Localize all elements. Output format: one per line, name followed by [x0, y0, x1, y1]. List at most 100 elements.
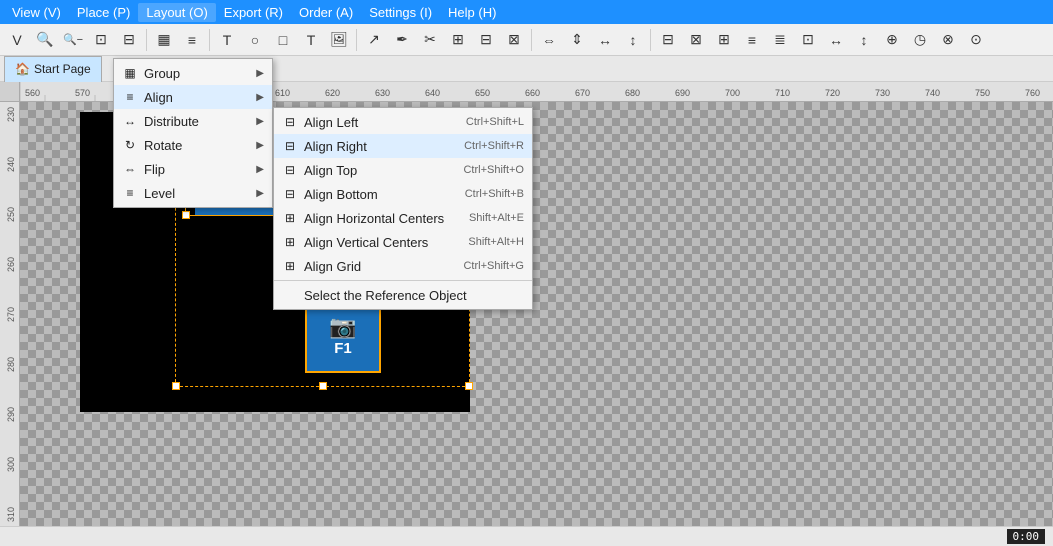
menu-item-level[interactable]: ≡ Level ▶ [114, 181, 272, 205]
tool-r5[interactable]: ≣ [767, 27, 793, 53]
flip-icon: ⇔ [122, 161, 138, 177]
menu-view[interactable]: View (V) [4, 3, 69, 22]
svg-text:280: 280 [6, 357, 16, 372]
menu-align-grid[interactable]: ⊞ Align Grid Ctrl+Shift+G [274, 254, 532, 278]
menu-select-ref[interactable]: Select the Reference Object [274, 283, 532, 307]
time-display: 0:00 [1007, 529, 1046, 544]
menu-item-distribute-label: Distribute [144, 114, 199, 129]
menu-align-top[interactable]: ⊟ Align Top Ctrl+Shift+O [274, 158, 532, 182]
tool-circle[interactable]: ○ [242, 27, 268, 53]
tool-r12[interactable]: ⊙ [963, 27, 989, 53]
tool-dist3[interactable]: ↔ [592, 27, 618, 53]
tool-rect[interactable]: □ [270, 27, 296, 53]
toolbar-sep-4 [531, 29, 532, 51]
ruler-corner [0, 82, 20, 102]
tool-r3[interactable]: ⊞ [711, 27, 737, 53]
align-bottom-label: Align Bottom [304, 187, 378, 202]
tool-b1[interactable]: ⊞ [445, 27, 471, 53]
align-menu-sep [274, 280, 532, 281]
align-grid-label: Align Grid [304, 259, 361, 274]
svg-text:250: 250 [6, 207, 16, 222]
toolbar-sep-5 [650, 29, 651, 51]
menu-order[interactable]: Order (A) [291, 3, 361, 22]
tool-fit[interactable]: ⊡ [88, 27, 114, 53]
tool-r11[interactable]: ⊗ [935, 27, 961, 53]
svg-text:660: 660 [525, 88, 540, 98]
tool-t2[interactable]: T [298, 27, 324, 53]
tool-b2[interactable]: ⊟ [473, 27, 499, 53]
svg-text:620: 620 [325, 88, 340, 98]
tool-b3[interactable]: ⊠ [501, 27, 527, 53]
menu-align-right[interactable]: ⊟ Align Right Ctrl+Shift+R [274, 134, 532, 158]
menu-place[interactable]: Place (P) [69, 3, 138, 22]
tool-crop[interactable]: ⊟ [116, 27, 142, 53]
svg-text:300: 300 [6, 457, 16, 472]
svg-text:740: 740 [925, 88, 940, 98]
distribute-arrow: ▶ [256, 116, 264, 127]
tool-r6[interactable]: ⊡ [795, 27, 821, 53]
align-left-shortcut: Ctrl+Shift+L [466, 116, 524, 128]
menu-help[interactable]: Help (H) [440, 3, 504, 22]
tab-start-icon: 🏠 [15, 62, 30, 76]
menu-item-distribute[interactable]: ↔ Distribute ▶ [114, 109, 272, 133]
camera-icon-small: 📷 [329, 314, 356, 340]
tool-arrow[interactable]: ↗ [361, 27, 387, 53]
svg-text:700: 700 [725, 88, 740, 98]
toolbar-sep-2 [209, 29, 210, 51]
menu-align-left[interactable]: ⊟ Align Left Ctrl+Shift+L [274, 110, 532, 134]
toolbar: V 🔍 🔍− ⊡ ⊟ ▦ ≡ T ○ □ T 🖼 ↗ ✒ ✂ ⊞ ⊟ ⊠ ⇔ ⇕… [0, 24, 1053, 56]
menu-align-h-center[interactable]: ⊞ Align Horizontal Centers Shift+Alt+E [274, 206, 532, 230]
tool-r8[interactable]: ↕ [851, 27, 877, 53]
toolbar-sep-3 [356, 29, 357, 51]
menu-align-bottom[interactable]: ⊟ Align Bottom Ctrl+Shift+B [274, 182, 532, 206]
menu-align-v-center[interactable]: ⊞ Align Vertical Centers Shift+Alt+H [274, 230, 532, 254]
toolbar-sep-1 [146, 29, 147, 51]
menu-layout[interactable]: Layout (O) [138, 3, 215, 22]
tool-align[interactable]: ≡ [179, 27, 205, 53]
svg-text:230: 230 [6, 107, 16, 122]
menu-item-flip[interactable]: ⇔ Flip ▶ [114, 157, 272, 181]
tool-zoom-in[interactable]: 🔍 [32, 27, 58, 53]
align-grid-icon: ⊞ [282, 258, 298, 274]
tool-dist2[interactable]: ⇕ [564, 27, 590, 53]
distribute-icon: ↔ [122, 113, 138, 129]
tool-scissors[interactable]: ✂ [417, 27, 443, 53]
tool-r10[interactable]: ◷ [907, 27, 933, 53]
tool-pen[interactable]: ✒ [389, 27, 415, 53]
align-v-center-shortcut: Shift+Alt+H [468, 236, 524, 248]
statusbar: 0:00 [0, 526, 1053, 546]
tool-group[interactable]: ▦ [151, 27, 177, 53]
tool-image[interactable]: 🖼 [326, 27, 352, 53]
svg-text:570: 570 [75, 88, 90, 98]
svg-text:750: 750 [975, 88, 990, 98]
tool-dist4[interactable]: ↕ [620, 27, 646, 53]
rotate-icon: ↻ [122, 137, 138, 153]
group-icon: ▦ [122, 65, 138, 81]
ruler-vertical: 230 240 250 260 270 280 290 300 310 [0, 102, 20, 526]
tool-r2[interactable]: ⊠ [683, 27, 709, 53]
menu-item-align[interactable]: ≡ Align ▶ ⊟ Align Left Ctrl+Shift+L ⊟ Al… [114, 85, 272, 109]
tool-r7[interactable]: ↔ [823, 27, 849, 53]
tool-select[interactable]: V [4, 27, 30, 53]
tool-zoom-out[interactable]: 🔍− [60, 27, 86, 53]
menubar: View (V) Place (P) Layout (O) Export (R)… [0, 0, 1053, 24]
align-left-label: Align Left [304, 115, 358, 130]
tool-r9[interactable]: ⊕ [879, 27, 905, 53]
flip-arrow: ▶ [256, 164, 264, 175]
svg-text:240: 240 [6, 157, 16, 172]
tool-r1[interactable]: ⊟ [655, 27, 681, 53]
tool-r4[interactable]: ≡ [739, 27, 765, 53]
select-ref-icon [282, 287, 298, 303]
menu-item-rotate[interactable]: ↻ Rotate ▶ [114, 133, 272, 157]
menu-item-group[interactable]: ▦ Group ▶ [114, 61, 272, 85]
menu-settings[interactable]: Settings (I) [361, 3, 440, 22]
align-grid-shortcut: Ctrl+Shift+G [463, 260, 524, 272]
align-top-icon: ⊟ [282, 162, 298, 178]
tab-start-page[interactable]: 🏠 Start Page [4, 56, 102, 82]
tool-dist1[interactable]: ⇔ [536, 27, 562, 53]
svg-text:650: 650 [475, 88, 490, 98]
tool-text[interactable]: T [214, 27, 240, 53]
svg-text:640: 640 [425, 88, 440, 98]
menu-export[interactable]: Export (R) [216, 3, 291, 22]
group-arrow: ▶ [256, 68, 264, 79]
